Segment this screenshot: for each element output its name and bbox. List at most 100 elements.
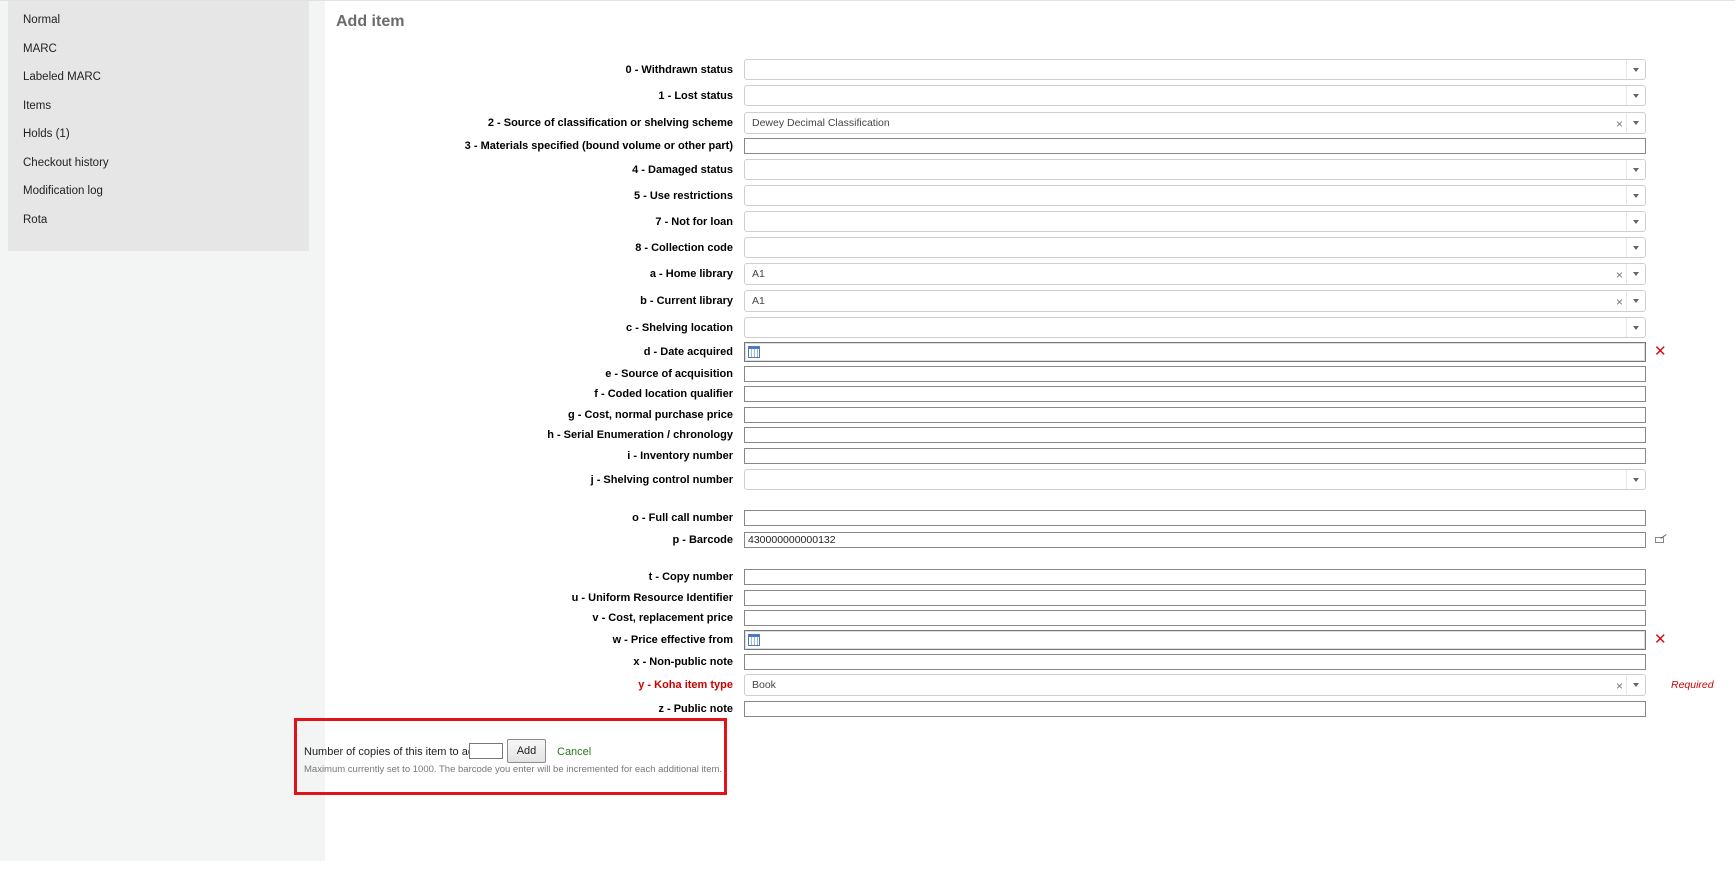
not-for-loan-label: 7 - Not for loan: [655, 216, 733, 228]
materials-specified-input[interactable]: [744, 138, 1646, 154]
dropdown-arrow-icon[interactable]: [1626, 60, 1645, 79]
home-library-label: a - Home library: [649, 268, 733, 280]
public-note-label: z - Public note: [658, 703, 733, 715]
public-note-input[interactable]: [744, 701, 1646, 717]
field-row-materials-specified: 3 - Materials specified (bound volume or…: [326, 138, 1735, 154]
sidebar-item-marc[interactable]: MARC: [8, 38, 309, 67]
field-row-shelving-control-number: j - Shelving control number: [326, 469, 1735, 490]
date-acquired-input[interactable]: [744, 342, 1646, 362]
dropdown-arrow-icon[interactable]: [1626, 238, 1645, 257]
price-effective-from-input[interactable]: [744, 630, 1646, 650]
field-row-copy-number: t - Copy number: [326, 569, 1735, 585]
sidebar-item-labeled-marc[interactable]: Labeled MARC: [8, 66, 309, 95]
cancel-link[interactable]: Cancel: [557, 746, 591, 758]
field-row-cost-replacement-price: v - Cost, replacement price: [326, 610, 1735, 626]
withdrawn-status-label: 0 - Withdrawn status: [625, 64, 733, 76]
home-library-select[interactable]: A1 ×: [744, 263, 1646, 285]
classification-source-select[interactable]: Dewey Decimal Classification ×: [744, 112, 1646, 134]
shelving-control-number-label: j - Shelving control number: [590, 474, 733, 486]
uri-label: u - Uniform Resource Identifier: [571, 592, 733, 604]
field-row-shelving-location: c - Shelving location: [326, 317, 1735, 338]
add-copies-button[interactable]: Add: [507, 739, 546, 763]
field-row-non-public-note: x - Non-public note: [326, 654, 1735, 670]
non-public-note-input[interactable]: [744, 654, 1646, 670]
current-library-select[interactable]: A1 ×: [744, 290, 1646, 312]
add-copies-section: Number of copies of this item to add: Ad…: [294, 718, 727, 795]
full-call-number-input[interactable]: [744, 510, 1646, 526]
dropdown-arrow-icon[interactable]: [1626, 160, 1645, 179]
dropdown-arrow-icon[interactable]: [1626, 470, 1645, 489]
clear-selection-icon[interactable]: ×: [1616, 296, 1623, 308]
shelving-location-select[interactable]: [744, 317, 1646, 338]
sidebar-item-rota[interactable]: Rota: [8, 209, 309, 238]
inventory-number-input[interactable]: [744, 448, 1646, 464]
classification-source-value: Dewey Decimal Classification: [752, 117, 890, 129]
collection-code-label: 8 - Collection code: [635, 242, 733, 254]
clear-selection-icon[interactable]: ×: [1616, 118, 1623, 130]
price-effective-from-label: w - Price effective from: [612, 634, 733, 646]
edit-barcode-icon[interactable]: [1655, 537, 1664, 543]
shelving-control-number-select[interactable]: [744, 469, 1646, 490]
clear-selection-icon[interactable]: ×: [1616, 269, 1623, 281]
field-row-current-library: b - Current library A1 ×: [326, 290, 1735, 312]
field-row-inventory-number: i - Inventory number: [326, 448, 1735, 464]
dropdown-arrow-icon[interactable]: [1626, 264, 1645, 284]
shelving-location-label: c - Shelving location: [626, 322, 733, 334]
classification-source-label: 2 - Source of classification or shelving…: [487, 117, 733, 129]
collection-code-select[interactable]: [744, 237, 1646, 258]
serial-enumeration-input[interactable]: [744, 427, 1646, 443]
field-row-use-restrictions: 5 - Use restrictions: [326, 185, 1735, 206]
field-row-public-note: z - Public note: [326, 701, 1735, 717]
home-library-value: A1: [752, 268, 765, 280]
koha-item-type-value: Book: [752, 679, 776, 691]
clear-date-icon[interactable]: ✕: [1654, 632, 1667, 647]
dropdown-arrow-icon[interactable]: [1626, 113, 1645, 133]
sidebar-item-items[interactable]: Items: [8, 95, 309, 124]
clear-date-icon[interactable]: ✕: [1654, 344, 1667, 359]
copies-count-input[interactable]: [469, 743, 503, 759]
koha-item-type-label: y - Koha item type: [638, 679, 733, 691]
field-row-cost-normal-purchase-price: g - Cost, normal purchase price: [326, 407, 1735, 423]
dropdown-arrow-icon[interactable]: [1626, 212, 1645, 231]
source-of-acquisition-input[interactable]: [744, 366, 1646, 382]
field-row-coded-location-qualifier: f - Coded location qualifier: [326, 386, 1735, 402]
field-row-koha-item-type: y - Koha item type Book × Required: [326, 674, 1735, 696]
barcode-input[interactable]: [744, 532, 1646, 548]
cost-replacement-price-label: v - Cost, replacement price: [592, 612, 733, 624]
sidebar-item-normal[interactable]: Normal: [8, 9, 309, 38]
not-for-loan-select[interactable]: [744, 211, 1646, 232]
calendar-icon[interactable]: [748, 634, 760, 646]
coded-location-qualifier-input[interactable]: [744, 386, 1646, 402]
dropdown-arrow-icon[interactable]: [1626, 675, 1645, 695]
cost-normal-purchase-price-input[interactable]: [744, 407, 1646, 423]
copies-count-label: Number of copies of this item to add:: [304, 746, 484, 758]
barcode-label: p - Barcode: [672, 534, 733, 546]
use-restrictions-select[interactable]: [744, 185, 1646, 206]
inventory-number-label: i - Inventory number: [627, 450, 733, 462]
copy-number-input[interactable]: [744, 569, 1646, 585]
damaged-status-select[interactable]: [744, 159, 1646, 180]
sidebar-item-modification-log[interactable]: Modification log: [8, 180, 309, 209]
calendar-icon[interactable]: [748, 346, 760, 358]
dropdown-arrow-icon[interactable]: [1626, 291, 1645, 311]
sidebar-item-checkout-history[interactable]: Checkout history: [8, 152, 309, 181]
sidebar-item-holds[interactable]: Holds (1): [8, 123, 309, 152]
koha-item-type-select[interactable]: Book ×: [744, 674, 1646, 696]
withdrawn-status-select[interactable]: [744, 59, 1646, 80]
coded-location-qualifier-label: f - Coded location qualifier: [594, 388, 733, 400]
dropdown-arrow-icon[interactable]: [1626, 86, 1645, 105]
page-title: Add item: [336, 13, 405, 30]
add-item-panel: Add item 0 - Withdrawn status 1 - Lost s…: [294, 1, 1735, 880]
damaged-status-label: 4 - Damaged status: [632, 164, 733, 176]
non-public-note-label: x - Non-public note: [633, 656, 733, 668]
clear-selection-icon[interactable]: ×: [1616, 680, 1623, 692]
uri-input[interactable]: [744, 590, 1646, 606]
lost-status-select[interactable]: [744, 85, 1646, 106]
full-call-number-label: o - Full call number: [632, 512, 733, 524]
cost-normal-purchase-price-label: g - Cost, normal purchase price: [567, 409, 733, 421]
serial-enumeration-label: h - Serial Enumeration / chronology: [547, 429, 733, 441]
dropdown-arrow-icon[interactable]: [1626, 186, 1645, 205]
field-row-collection-code: 8 - Collection code: [326, 237, 1735, 258]
cost-replacement-price-input[interactable]: [744, 610, 1646, 626]
dropdown-arrow-icon[interactable]: [1626, 318, 1645, 337]
